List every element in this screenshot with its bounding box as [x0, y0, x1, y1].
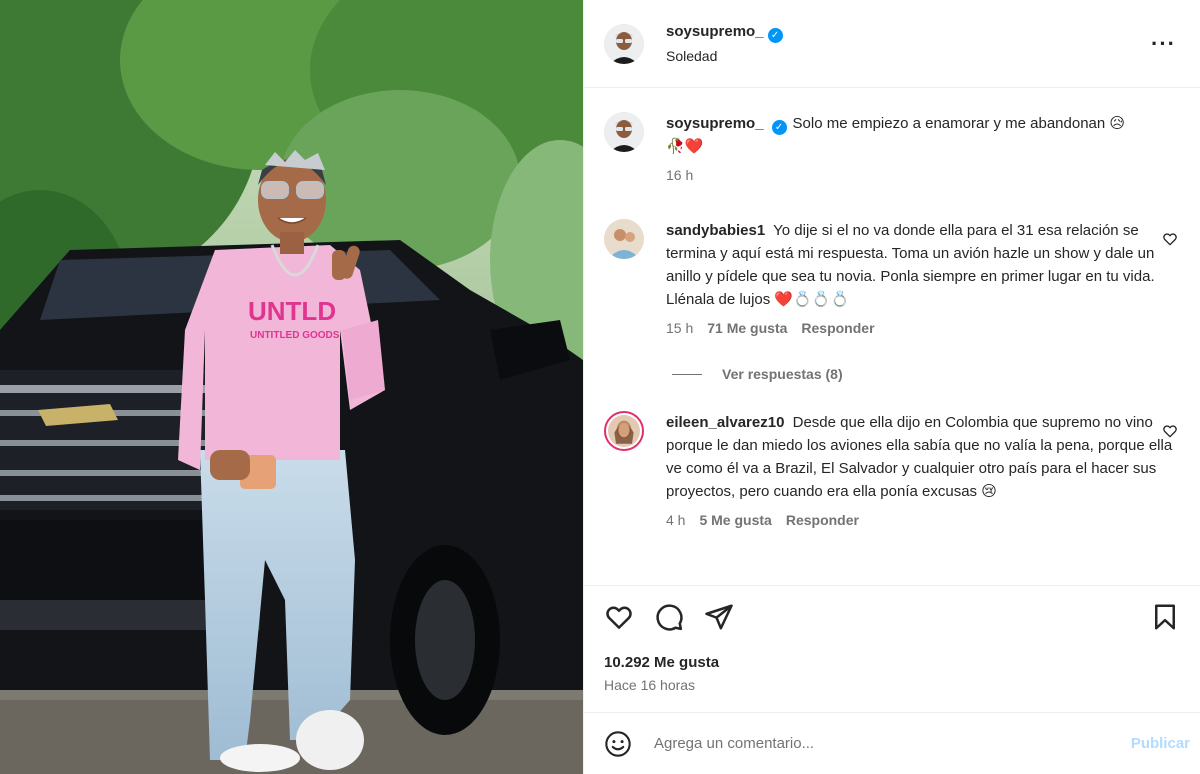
caption-body: soysupremo_ ✓ Solo me empiezo a enamorar y…: [666, 112, 1190, 187]
action-icons-row: [604, 586, 1180, 648]
avatar-image: [608, 415, 640, 447]
comment-time[interactable]: 15 h: [666, 317, 693, 340]
post-photo[interactable]: UNTLD UNTITLED GOODS: [0, 0, 583, 774]
paper-plane-icon[interactable]: [704, 602, 734, 632]
post-photo-illustration: UNTLD UNTITLED GOODS: [0, 0, 583, 774]
comment-input[interactable]: [654, 735, 1131, 752]
commenter-avatar[interactable]: [604, 219, 644, 259]
avatar-image: [604, 219, 644, 259]
post-side-panel: soysupremo_ ✓ Soledad ··· soysupremo_ ✓ …: [583, 0, 1200, 774]
commenter-avatar-story[interactable]: [604, 411, 644, 451]
comment-like-heart-icon[interactable]: [1162, 423, 1178, 439]
post-actions: 10.292 Me gusta Hace 16 horas: [584, 585, 1200, 712]
comment-meta: 15 h 71 Me gusta Responder: [666, 317, 1190, 340]
comment-body: sandybabies1 Yo dije si el no va donde e…: [666, 219, 1190, 340]
heart-icon[interactable]: [604, 602, 634, 632]
view-replies-label: Ver respuestas (8): [722, 366, 843, 382]
caption-time[interactable]: 16 h: [666, 164, 693, 187]
caption-username[interactable]: soysupremo_: [666, 115, 764, 132]
caption-meta: 16 h: [666, 164, 1190, 187]
author-avatar[interactable]: [604, 23, 644, 64]
reply-button[interactable]: Responder: [801, 317, 874, 340]
more-options-icon[interactable]: ···: [1151, 31, 1180, 57]
caption-block: soysupremo_ ✓ Solo me empiezo a enamorar y…: [604, 112, 1190, 187]
comment-likes[interactable]: 71 Me gusta: [707, 317, 787, 340]
comment-bubble-icon[interactable]: [654, 602, 684, 632]
author-username[interactable]: soysupremo_: [666, 23, 764, 40]
post-view: UNTLD UNTITLED GOODS soysupremo_ ✓ Soled…: [0, 0, 1200, 774]
comments-section: soysupremo_ ✓ Solo me empiezo a enamorar y…: [584, 89, 1200, 585]
verified-badge-icon: ✓: [767, 28, 783, 43]
shirt-brand-text: UNTLD: [248, 296, 336, 326]
replies-divider: [672, 373, 702, 375]
publish-button[interactable]: Publicar: [1131, 735, 1190, 752]
author-info: soysupremo_ ✓ Soledad: [666, 23, 1151, 64]
caption-text: Solo me empiezo a enamorar y me abandona…: [792, 115, 1126, 132]
comment-likes[interactable]: 5 Me gusta: [699, 509, 771, 532]
comment-username[interactable]: sandybabies1: [666, 222, 765, 239]
post-timestamp[interactable]: Hace 16 horas: [604, 677, 1180, 693]
smiley-icon[interactable]: [604, 730, 632, 758]
view-replies-button[interactable]: Ver respuestas (8): [672, 366, 843, 382]
comment-body: eileen_alvarez10 Desde que ella dijo en …: [666, 411, 1190, 532]
caption-emoji-line: 🥀❤️: [666, 138, 704, 155]
comment-meta: 4 h 5 Me gusta Responder: [666, 509, 1190, 532]
likes-count[interactable]: 10.292 Me gusta: [604, 654, 1180, 671]
comment-username[interactable]: eileen_alvarez10: [666, 414, 784, 431]
comment-item: eileen_alvarez10 Desde que ella dijo en …: [604, 411, 1190, 532]
post-location[interactable]: Soledad: [666, 48, 1151, 64]
avatar-image: [604, 23, 644, 64]
reply-button[interactable]: Responder: [786, 509, 859, 532]
bookmark-icon[interactable]: [1150, 602, 1180, 632]
post-header: soysupremo_ ✓ Soledad ···: [584, 0, 1200, 88]
comment-time[interactable]: 4 h: [666, 509, 685, 532]
comment-like-heart-icon[interactable]: [1162, 231, 1178, 247]
shirt-sub-text: UNTITLED GOODS: [250, 330, 340, 341]
avatar-image: [604, 112, 644, 152]
comment-item: sandybabies1 Yo dije si el no va donde e…: [604, 219, 1190, 340]
verified-badge-icon: ✓: [771, 120, 787, 135]
add-comment-bar: Publicar: [584, 712, 1200, 774]
caption-avatar[interactable]: [604, 112, 644, 152]
